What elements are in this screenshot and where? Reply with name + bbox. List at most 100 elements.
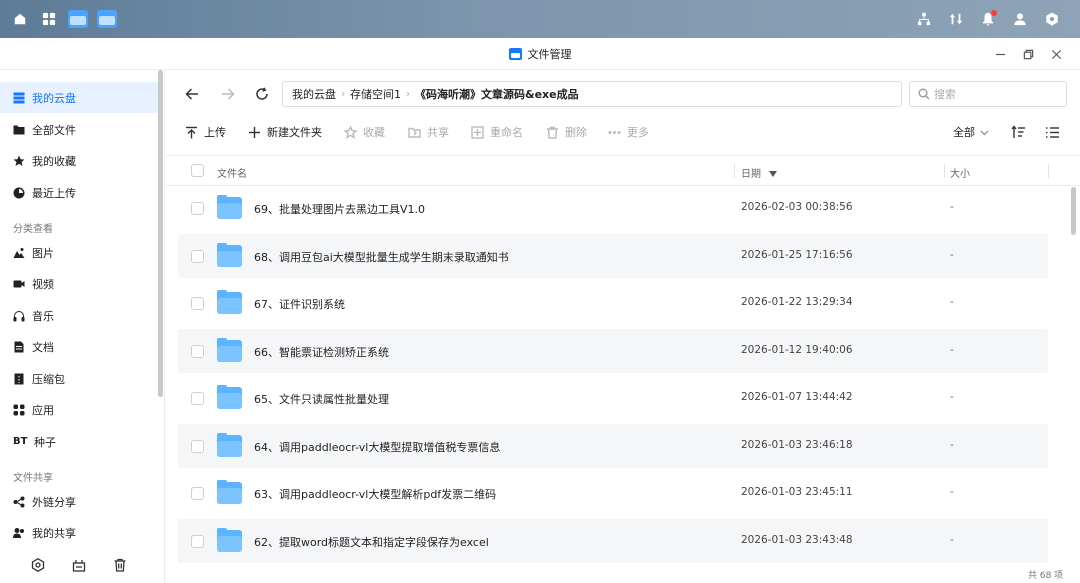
search-box[interactable]	[909, 81, 1067, 107]
video-icon	[13, 278, 25, 290]
file-size: -	[950, 391, 954, 403]
file-size: -	[950, 201, 954, 213]
file-size: -	[950, 296, 954, 308]
sidebar-item-label: 应用	[32, 403, 54, 417]
table-row[interactable]: 67、证件识别系统 2026-01-22 13:29:34 -	[178, 281, 1048, 325]
column-header-date[interactable]: 日期	[741, 165, 777, 180]
breadcrumb-separator: ›	[341, 88, 345, 100]
sidebar-item-my-cloud[interactable]: 我的云盘	[0, 82, 158, 113]
notification-bell-icon[interactable]	[978, 9, 998, 29]
table-row[interactable]: 64、调用paddleocr-vl大模型提取增值税专票信息 2026-01-03 …	[178, 423, 1048, 468]
shared-icon	[13, 527, 25, 539]
upload-button[interactable]: 上传	[185, 121, 226, 143]
sidebar-item-label: 全部文件	[32, 123, 76, 137]
file-date: 2026-01-12 19:40:06	[741, 343, 853, 356]
sidebar-item-all-files[interactable]: 全部文件	[0, 114, 158, 145]
restore-button[interactable]	[1018, 44, 1038, 64]
new-folder-button[interactable]: 新建文件夹	[248, 121, 322, 143]
file-manager-taskbar-icon[interactable]	[68, 9, 88, 29]
sidebar-item-documents[interactable]: 文档	[0, 331, 158, 362]
sidebar-scrollbar[interactable]	[158, 70, 163, 397]
table-row[interactable]: 66、智能票证检测矫正系统 2026-01-12 19:40:06 -	[178, 328, 1048, 373]
table-row[interactable]: 69、批量处理图片去黑边工具V1.0 2026-02-03 00:38:56 -	[178, 186, 1048, 230]
sort-order-button[interactable]	[1008, 122, 1028, 142]
rename-label: 重命名	[490, 126, 523, 139]
filter-dropdown[interactable]: 全部	[953, 121, 989, 143]
select-all-checkbox[interactable]	[191, 164, 204, 177]
sidebar-item-music[interactable]: 音乐	[0, 300, 158, 331]
row-checkbox[interactable]	[191, 297, 204, 310]
row-checkbox[interactable]	[191, 202, 204, 215]
sidebar-item-videos[interactable]: 视频	[0, 268, 158, 299]
more-button[interactable]: 更多	[608, 121, 649, 143]
delete-button[interactable]: 删除	[546, 121, 587, 143]
minimize-button[interactable]	[990, 44, 1010, 64]
sidebar-footer	[0, 546, 158, 583]
file-date: 2026-01-03 23:46:18	[741, 438, 853, 451]
forward-button[interactable]	[217, 83, 239, 105]
row-checkbox[interactable]	[191, 392, 204, 405]
sort-desc-icon	[769, 171, 777, 177]
row-checkbox[interactable]	[191, 249, 204, 263]
tasks-button[interactable]	[68, 554, 90, 576]
sidebar-item-favorites[interactable]: 我的收藏	[0, 145, 158, 176]
delete-label: 删除	[565, 126, 587, 139]
chevron-down-icon	[980, 130, 989, 135]
refresh-button[interactable]	[251, 83, 273, 105]
breadcrumb-current[interactable]: 《码海听潮》文章源码&exe成品	[415, 86, 579, 102]
breadcrumb-item[interactable]: 存储空间1	[350, 86, 401, 102]
file-name: 67、证件识别系统	[254, 298, 345, 311]
sidebar-item-link-share[interactable]: 外链分享	[0, 486, 158, 517]
sidebar-item-torrents[interactable]: BT 种子	[0, 426, 158, 457]
recycle-bin-button[interactable]	[109, 554, 131, 576]
folder-icon	[217, 195, 242, 219]
share-button[interactable]: 共享	[408, 121, 449, 143]
home-icon[interactable]	[10, 9, 30, 29]
upload-label: 上传	[204, 126, 226, 139]
table-row[interactable]: 65、文件只读属性批量处理 2026-01-07 13:44:42 -	[178, 376, 1048, 420]
settings-hex-button[interactable]	[27, 554, 49, 576]
sidebar-item-images[interactable]: 图片	[0, 237, 158, 268]
headphones-icon	[13, 310, 25, 322]
breadcrumb-item[interactable]: 我的云盘	[292, 86, 336, 102]
transfer-icon[interactable]	[946, 9, 966, 29]
row-checkbox[interactable]	[191, 487, 204, 500]
file-manager-taskbar-icon-2[interactable]	[97, 9, 117, 29]
rename-icon	[471, 125, 484, 139]
apps-grid-icon[interactable]	[39, 9, 59, 29]
window-titlebar: 文件管理	[0, 38, 1080, 70]
file-manager-app-icon	[508, 48, 522, 60]
sidebar-item-recent-uploads[interactable]: 最近上传	[0, 177, 158, 208]
refresh-icon	[256, 87, 268, 100]
archive-icon	[13, 373, 25, 385]
file-list-scrollbar[interactable]	[1071, 187, 1076, 235]
sidebar-item-my-shares[interactable]: 我的共享	[0, 517, 158, 548]
toolbar: 上传 新建文件夹 收藏 共享 重命名 删除 更多 全部	[166, 121, 1080, 143]
row-checkbox[interactable]	[191, 439, 204, 453]
column-header-name[interactable]: 文件名	[217, 165, 247, 180]
sidebar-item-apps[interactable]: 应用	[0, 394, 158, 425]
table-row[interactable]: 62、提取word标题文本和指定字段保存为excel 2026-01-03 23:…	[178, 518, 1048, 563]
close-icon	[1051, 49, 1061, 59]
file-size: -	[950, 486, 954, 498]
list-view-button[interactable]	[1042, 122, 1062, 142]
favorite-button[interactable]: 收藏	[344, 121, 385, 143]
sidebar-item-archives[interactable]: 压缩包	[0, 363, 158, 394]
settings-gear-icon[interactable]	[1042, 9, 1062, 29]
folder-icon	[217, 385, 242, 409]
row-checkbox[interactable]	[191, 534, 204, 548]
close-button[interactable]	[1046, 44, 1066, 64]
window-title: 文件管理	[527, 48, 572, 61]
table-row[interactable]: 63、调用paddleocr-vl大模型解析pdf发票二维码 2026-01-03…	[178, 471, 1048, 515]
row-checkbox[interactable]	[191, 344, 204, 358]
back-button[interactable]	[181, 83, 203, 105]
user-icon[interactable]	[1010, 9, 1030, 29]
share-folder-icon	[408, 127, 421, 138]
column-header-size[interactable]: 大小	[950, 165, 970, 180]
network-icon[interactable]	[914, 9, 934, 29]
sidebar-item-label: 外链分享	[32, 495, 76, 509]
table-row[interactable]: 68、调用豆包ai大模型批量生成学生期末录取通知书 2026-01-25 17:1…	[178, 233, 1048, 278]
rename-button[interactable]: 重命名	[471, 121, 523, 143]
search-input[interactable]	[934, 87, 1054, 101]
file-date: 2026-01-07 13:44:42	[741, 391, 853, 403]
